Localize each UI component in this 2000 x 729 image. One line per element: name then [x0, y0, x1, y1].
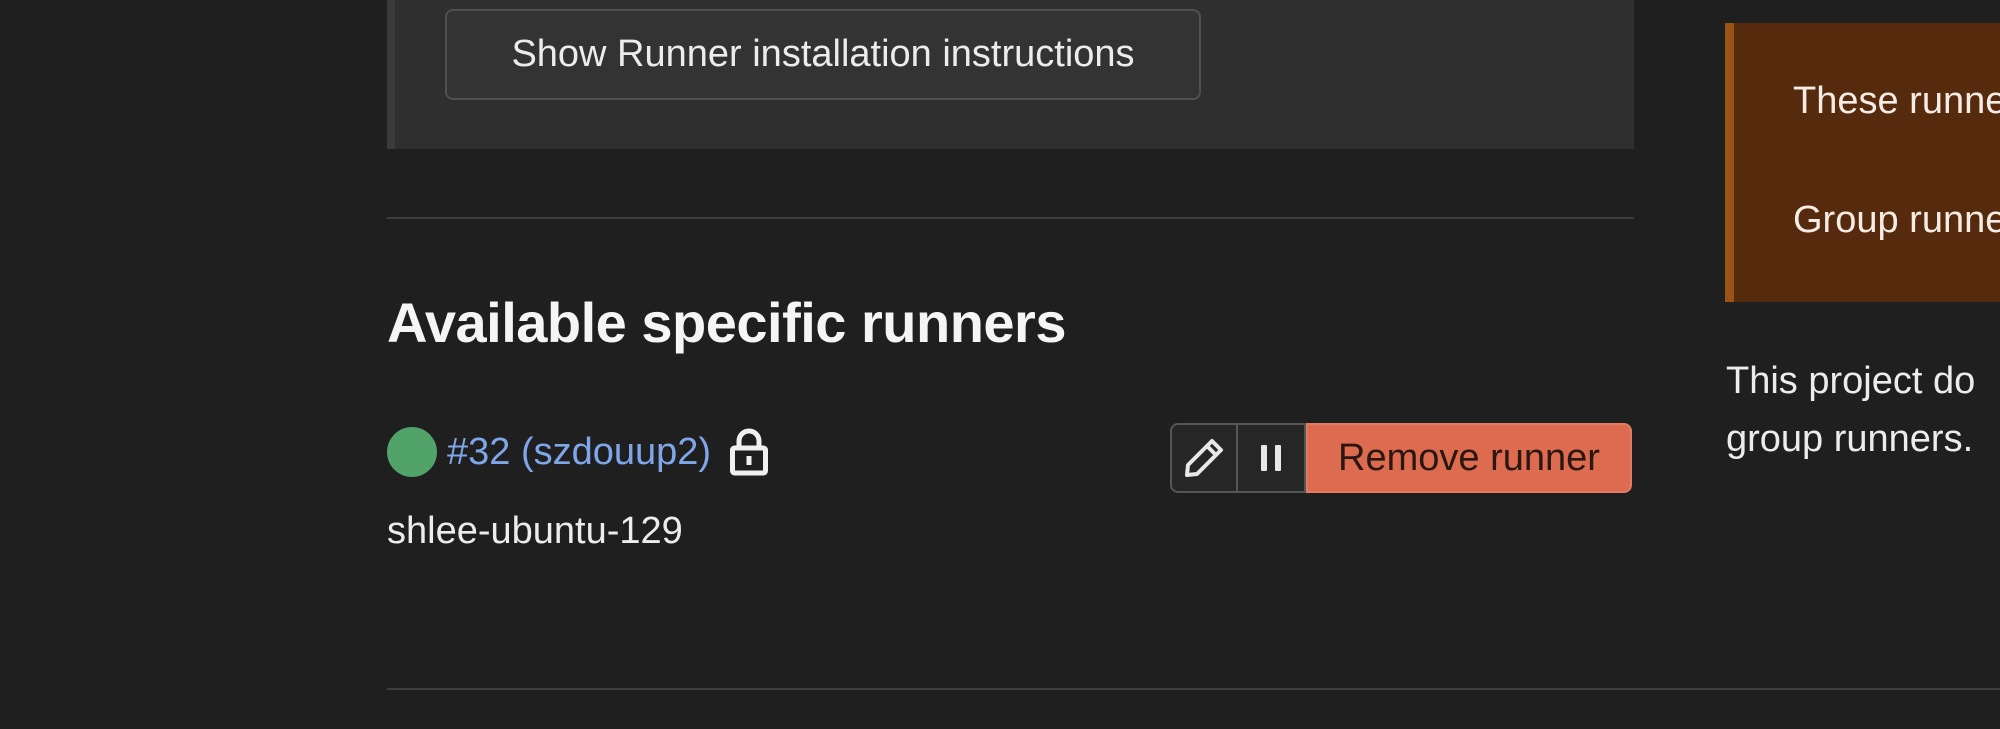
runner-status-online-icon — [387, 427, 437, 477]
group-runners-info-text: group runners. — [1726, 418, 1974, 460]
remove-runner-button[interactable]: Remove runner — [1306, 423, 1632, 493]
alert-text-line: Group runne — [1793, 199, 2000, 241]
group-runners-info-text: This project do — [1726, 360, 1976, 402]
edit-runner-button[interactable] — [1170, 423, 1238, 493]
runner-actions-button-group: Remove runner — [1170, 423, 1632, 493]
settings-cicd-runners-page: Show Runner installation instructions Av… — [0, 0, 2000, 729]
runner-row: #32 (szdouup2) — [387, 426, 769, 478]
pause-runner-button[interactable] — [1238, 423, 1306, 493]
section-divider-bottom — [387, 688, 2000, 690]
pencil-icon — [1185, 439, 1223, 477]
available-specific-runners-heading: Available specific runners — [387, 291, 1067, 354]
lock-icon — [730, 428, 769, 476]
alert-text-line: These runne — [1793, 80, 2000, 122]
section-divider — [387, 217, 1634, 219]
pause-icon — [1261, 445, 1281, 471]
runner-description: shlee-ubuntu-129 — [387, 510, 683, 552]
runner-link[interactable]: #32 (szdouup2) — [447, 431, 711, 474]
group-runners-warning-alert: These runne Group runne — [1725, 23, 2000, 302]
show-runner-installation-instructions-button[interactable]: Show Runner installation instructions — [445, 9, 1201, 100]
